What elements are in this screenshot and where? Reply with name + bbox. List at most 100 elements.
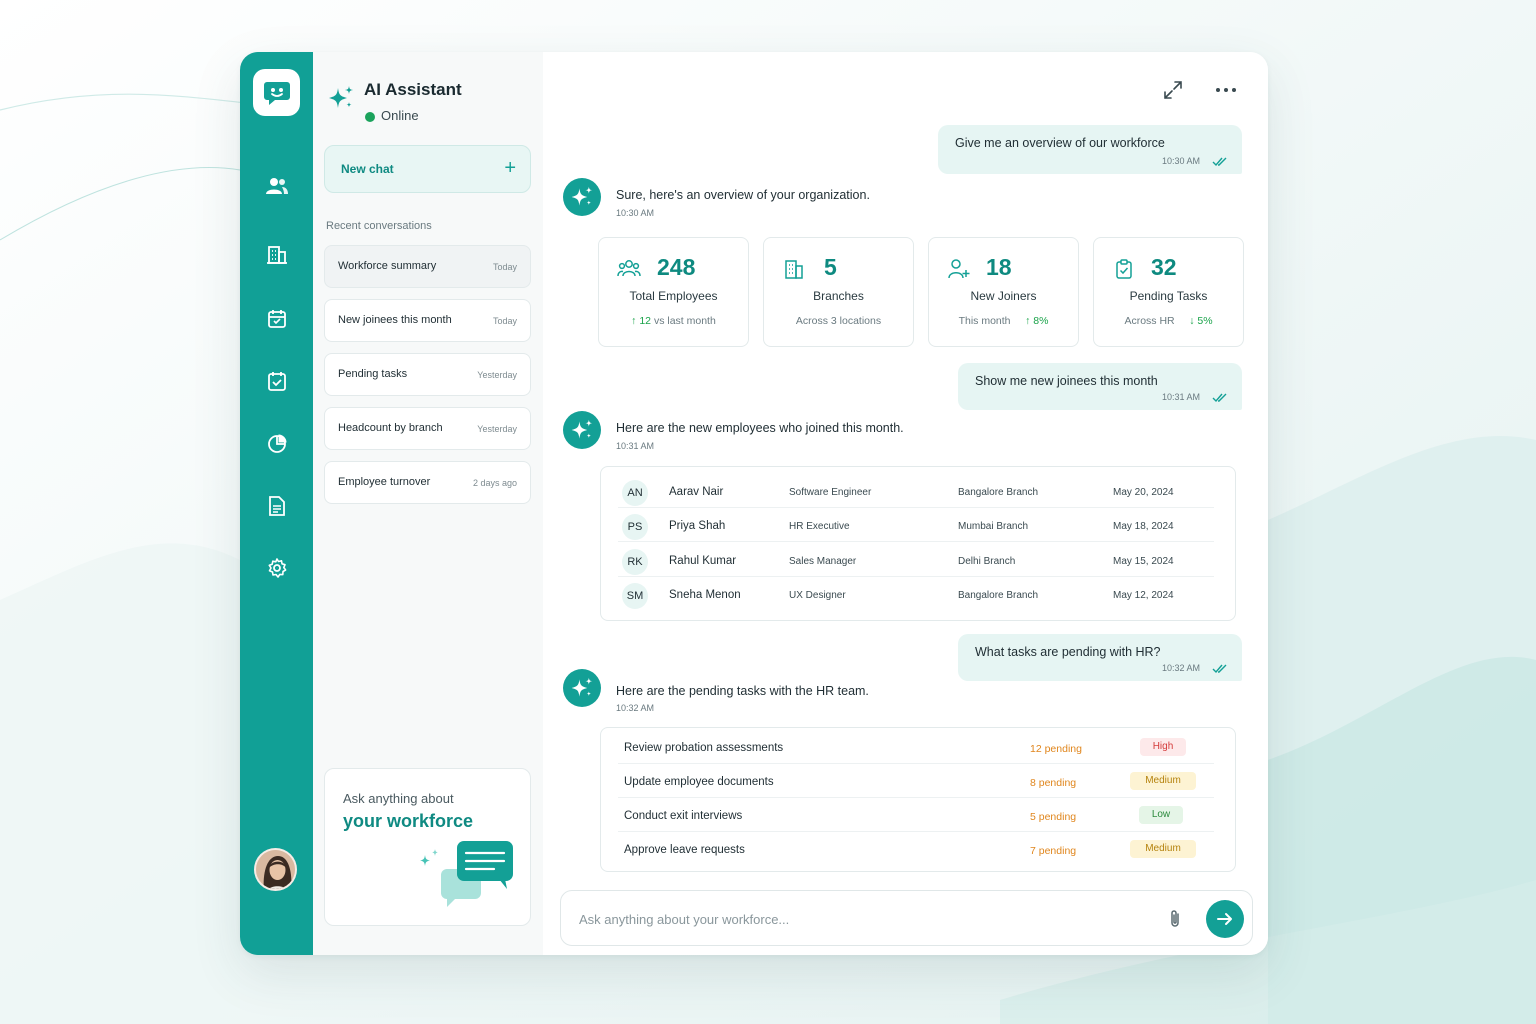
employee-name: Aarav Nair — [669, 486, 724, 498]
task-name: Approve leave requests — [624, 844, 745, 856]
table-row[interactable]: RK Rahul Kumar Sales Manager Delhi Branc… — [618, 543, 1214, 577]
expand-button[interactable] — [1161, 78, 1185, 102]
priority-badge: Low — [1139, 806, 1183, 824]
table-row[interactable]: Review probation assessments 12 pending … — [618, 730, 1214, 764]
more-icon — [1216, 88, 1236, 92]
stat-subtext: ↑ 12 vs last month — [599, 315, 748, 327]
priority-badge: Medium — [1130, 772, 1196, 790]
message-time: 10:32 AM — [1161, 663, 1200, 673]
initials-avatar: AN — [622, 480, 648, 506]
table-row[interactable]: Approve leave requests 7 pending Medium — [618, 832, 1214, 866]
ai-message-text: Here are the pending tasks with the HR t… — [616, 684, 869, 698]
attach-button[interactable] — [1163, 907, 1187, 931]
employee-name: Priya Shah — [669, 520, 726, 532]
stat-comparison: vs last month — [653, 315, 716, 327]
status-text: Online — [381, 108, 419, 123]
paperclip-icon — [1171, 910, 1179, 927]
priority-badge: High — [1140, 738, 1186, 756]
pending-tasks-table: Review probation assessments 12 pending … — [600, 727, 1236, 872]
table-row[interactable]: AN Aarav Nair Software Engineer Bangalor… — [618, 474, 1214, 508]
employee-role: Software Engineer — [789, 487, 872, 498]
pie-chart-icon — [267, 434, 286, 453]
stat-label: Branches — [813, 289, 864, 303]
user-message-text: Show me new joinees this month — [975, 374, 1158, 388]
assistant-title: AI Assistant — [364, 80, 462, 99]
expand-icon — [1164, 81, 1182, 99]
joinees-table: AN Aarav Nair Software Engineer Bangalor… — [600, 466, 1236, 621]
rail-tasks[interactable] — [262, 366, 291, 395]
ai-avatar — [563, 411, 601, 449]
conversation-item[interactable]: New joinees this month Today — [324, 299, 531, 342]
join-date: May 15, 2024 — [1113, 556, 1174, 567]
chat-bot-icon — [263, 81, 290, 105]
stat-value: 18 — [986, 254, 1012, 280]
rail-users[interactable] — [262, 171, 291, 200]
conversation-title: Pending tasks — [338, 368, 408, 380]
user-avatar[interactable] — [254, 848, 297, 891]
stat-value: 248 — [657, 254, 696, 280]
message-input[interactable] — [579, 905, 1139, 933]
building-icon — [785, 260, 803, 279]
employee-branch: Bangalore Branch — [958, 590, 1039, 601]
trend-up-value: ↑ 12 — [631, 315, 652, 327]
ai-avatar — [563, 178, 601, 216]
rail-calendar[interactable] — [262, 304, 291, 333]
join-date: May 20, 2024 — [1113, 487, 1174, 498]
employee-role: UX Designer — [789, 590, 846, 601]
stat-value: 32 — [1151, 254, 1177, 280]
employee-name: Sneha Menon — [669, 589, 741, 601]
recent-conversations-label: Recent conversations — [326, 220, 432, 232]
table-row[interactable]: SM Sneha Menon UX Designer Bangalore Bra… — [618, 577, 1214, 611]
stat-label: Pending Tasks — [1129, 289, 1208, 303]
stat-subtext: Across HR ↓ 5% — [1094, 315, 1243, 327]
send-button[interactable] — [1206, 900, 1244, 938]
trend-down-value: ↓ 5% — [1189, 315, 1213, 327]
double-check-icon — [1212, 664, 1227, 674]
stat-card-total-employees: 248 Total Employees ↑ 12 vs last month — [598, 237, 749, 347]
stat-value: 5 — [824, 254, 837, 280]
priority-badge: Medium — [1130, 840, 1196, 858]
join-date: May 18, 2024 — [1113, 521, 1174, 532]
conversation-time: 2 days ago — [472, 478, 517, 488]
rail-settings[interactable] — [262, 553, 291, 582]
stat-subtext: Across 3 locations — [795, 315, 882, 327]
task-name: Conduct exit interviews — [624, 810, 743, 822]
table-row[interactable]: Update employee documents 8 pending Medi… — [618, 764, 1214, 798]
conversation-time: Today — [492, 262, 517, 272]
message-composer — [560, 890, 1253, 946]
pending-count: 7 pending — [1030, 845, 1077, 857]
employee-role: Sales Manager — [789, 556, 857, 567]
stat-subtext: This month ↑ 8% — [929, 315, 1078, 327]
initials-avatar: RK — [622, 549, 648, 575]
rail-documents[interactable] — [262, 491, 291, 520]
user-message: Give me an overview of our workforce 10:… — [938, 125, 1242, 174]
new-chat-button[interactable]: New chat + — [324, 145, 531, 193]
employee-name: Rahul Kumar — [669, 555, 737, 567]
conversation-item[interactable]: Headcount by branch Yesterday — [324, 407, 531, 450]
pending-count: 8 pending — [1030, 777, 1077, 789]
online-status-dot — [365, 112, 375, 122]
promo-card: Ask anything about your workforce — [324, 768, 531, 926]
users-icon — [617, 260, 641, 277]
stat-label: Total Employees — [629, 289, 718, 303]
table-row[interactable]: PS Priya Shah HR Executive Mumbai Branch… — [618, 508, 1214, 542]
conversation-time: Yesterday — [477, 424, 517, 434]
table-row[interactable]: Conduct exit interviews 5 pending Low — [618, 798, 1214, 832]
rail-reports[interactable] — [262, 428, 291, 457]
conversation-item[interactable]: Workforce summary Today — [324, 245, 531, 288]
message-time: 10:30 AM — [1161, 156, 1200, 166]
employee-branch: Mumbai Branch — [958, 521, 1029, 532]
rail-branches[interactable] — [262, 239, 291, 268]
conversation-item[interactable]: Employee turnover 2 days ago — [324, 461, 531, 504]
document-icon — [268, 495, 285, 516]
initials-avatar: PS — [622, 514, 648, 540]
more-options-button[interactable] — [1214, 78, 1238, 102]
join-date: May 12, 2024 — [1113, 590, 1174, 601]
message-time: 10:32 AM — [616, 703, 655, 713]
conversation-time: Today — [492, 316, 517, 326]
task-name: Review probation assessments — [624, 742, 784, 754]
sparkle-icon — [329, 86, 353, 108]
app-logo[interactable] — [253, 69, 300, 116]
message-time: 10:31 AM — [1161, 392, 1200, 402]
conversation-item[interactable]: Pending tasks Yesterday — [324, 353, 531, 396]
